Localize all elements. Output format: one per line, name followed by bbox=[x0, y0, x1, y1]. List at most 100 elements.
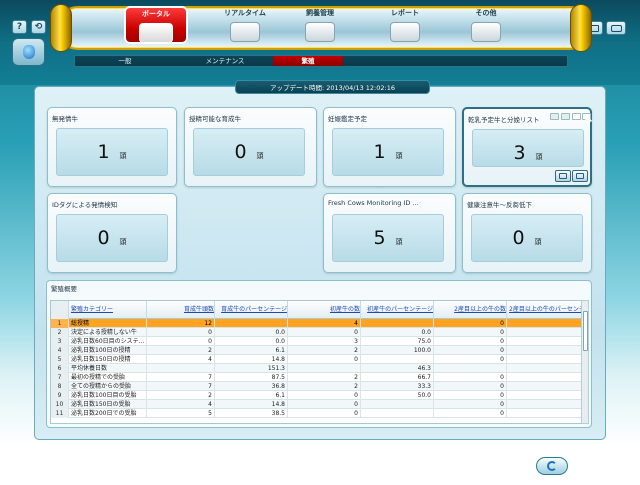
table-row[interactable]: 10 泌乳日数150日の受胎 4 14.8 0 0 bbox=[51, 400, 582, 409]
table-cell bbox=[507, 364, 582, 373]
table-cell: 2 bbox=[288, 382, 361, 391]
table-cell: 0 bbox=[288, 391, 361, 400]
export-icon bbox=[576, 173, 584, 179]
card-count: 1 bbox=[373, 141, 386, 163]
refresh-button[interactable] bbox=[536, 457, 568, 475]
col-heifer-count-header[interactable]: 育成牛頭数 bbox=[147, 301, 215, 319]
print-button[interactable] bbox=[555, 170, 571, 182]
table-cell bbox=[507, 409, 582, 418]
card-count: 0 bbox=[512, 227, 525, 249]
table-row[interactable]: 4 泌乳日数100日の授精 2 6.1 2 100.0 0 bbox=[51, 346, 582, 355]
table-cell: 7 bbox=[147, 382, 215, 391]
card-health-rumination[interactable]: 健康注意牛～反芻低下 0頭 bbox=[462, 193, 592, 273]
table-cell: 平均休養日数 bbox=[69, 364, 147, 373]
table-cell: 5 bbox=[51, 355, 69, 364]
table-cell: 0 bbox=[434, 319, 507, 328]
table-cell: 0 bbox=[288, 355, 361, 364]
maximize-control[interactable] bbox=[572, 113, 581, 120]
table-row[interactable]: 5 泌乳日数150日の授精 4 14.8 0 0 bbox=[51, 355, 582, 364]
table-cell: 0 bbox=[434, 391, 507, 400]
nav-realtime[interactable]: リアルタイム bbox=[205, 7, 285, 45]
table-cell bbox=[147, 364, 215, 373]
table-row[interactable]: 6 平均休養日数 151.3 46.3 bbox=[51, 364, 582, 373]
table-title: 繁殖概要 bbox=[51, 285, 77, 293]
settings-button[interactable] bbox=[606, 21, 626, 35]
refresh-icon bbox=[547, 461, 557, 471]
table-scrollbar[interactable] bbox=[581, 300, 589, 424]
card-count: 0 bbox=[234, 141, 247, 163]
nav-report[interactable]: レポート bbox=[365, 7, 445, 45]
table-cell: 泌乳日数100日目の受胎 bbox=[69, 391, 147, 400]
card-pregnancy-check[interactable]: 妊娠鑑定予定 1頭 bbox=[323, 107, 456, 187]
card-title: 無発情牛 bbox=[52, 115, 78, 123]
card-dry-off-calving[interactable]: 乾乳予定牛と分娩リスト 3頭 bbox=[462, 107, 592, 187]
table-cell: 決定による授精しない牛 bbox=[69, 328, 147, 337]
nav-portal[interactable]: ポータル bbox=[124, 6, 188, 44]
nav-report-label: レポート bbox=[391, 9, 419, 17]
card-value-box: 0頭 bbox=[56, 214, 168, 262]
card-fresh-cows[interactable]: Fresh Cows Monitoring ID ... 5頭 bbox=[323, 193, 456, 273]
nav-other[interactable]: その他 bbox=[446, 7, 526, 45]
card-value-box: 1頭 bbox=[56, 128, 168, 176]
table-cell: 3 bbox=[288, 337, 361, 346]
table-cell: 0 bbox=[288, 328, 361, 337]
sub-tab-bar: 一般 メンテナンス 繁殖 bbox=[74, 55, 568, 67]
tab-breeding[interactable]: 繁殖 bbox=[273, 56, 343, 66]
card-value-box: 3頭 bbox=[472, 129, 584, 167]
minimize-control[interactable] bbox=[550, 113, 559, 120]
table-cell: 7 bbox=[51, 373, 69, 382]
card-tag-heat-detection[interactable]: IDタグによる発情検知 0頭 bbox=[47, 193, 177, 273]
switch-button[interactable]: ⟲ bbox=[31, 20, 46, 34]
table-row[interactable]: 11 泌乳日数200日での受胎 5 38.5 0 0 bbox=[51, 409, 582, 418]
table-cell bbox=[361, 319, 434, 328]
table-cell: 4 bbox=[51, 346, 69, 355]
table-cell bbox=[361, 355, 434, 364]
card-no-heat-cows[interactable]: 無発情牛 1頭 bbox=[47, 107, 177, 187]
table-cell: 3 bbox=[51, 337, 69, 346]
table-cell: 10 bbox=[51, 400, 69, 409]
col-heifer-pct-header[interactable]: 育成牛のパーセンテージ bbox=[215, 301, 288, 319]
help-button[interactable]: ? bbox=[12, 20, 27, 34]
table-cell: 2 bbox=[51, 328, 69, 337]
box-icon bbox=[471, 22, 501, 42]
table-cell: 33.3 bbox=[361, 382, 434, 391]
print-icon bbox=[559, 173, 567, 179]
nav-other-label: その他 bbox=[475, 9, 497, 17]
col-second-plus-count-header[interactable]: 2産目以上の牛の数 bbox=[434, 301, 507, 319]
table-cell bbox=[434, 364, 507, 373]
tab-general[interactable]: 一般 bbox=[95, 56, 155, 66]
table-row[interactable]: 9 泌乳日数100日目の受胎 2 6.1 0 50.0 0 bbox=[51, 391, 582, 400]
tab-maintenance[interactable]: メンテナンス bbox=[195, 56, 255, 66]
table-cell: 12 bbox=[147, 319, 215, 328]
table-cell bbox=[507, 391, 582, 400]
table-row[interactable]: 1 総授精 12 4 0 bbox=[51, 319, 582, 328]
col-first-lactation-count-header[interactable]: 初産牛の数 bbox=[288, 301, 361, 319]
col-first-lactation-pct-header[interactable]: 初産牛のパーセンテージ bbox=[361, 301, 434, 319]
update-time: アップデート時間: 2013/04/13 12:02:16 bbox=[235, 80, 430, 94]
card-breedable-heifers[interactable]: 授精可能な育成牛 0頭 bbox=[184, 107, 317, 187]
table-row[interactable]: 3 泌乳日数60日目のシステ... 0 0.0 3 75.0 0 bbox=[51, 337, 582, 346]
table-header: 繁殖カテゴリー 育成牛頭数 育成牛のパーセンテージ 初産牛の数 初産牛のパーセン… bbox=[51, 301, 582, 319]
card-unit: 頭 bbox=[119, 238, 127, 246]
table-row[interactable]: 2 決定による授精しない牛 0 0.0 0 0.0 0 bbox=[51, 328, 582, 337]
table-cell: 泌乳日数150日の授精 bbox=[69, 355, 147, 364]
table-cell: 全ての授精からの受胎 bbox=[69, 382, 147, 391]
table-cell: 87.5 bbox=[215, 373, 288, 382]
card-value-box: 0頭 bbox=[471, 214, 583, 262]
export-button[interactable] bbox=[572, 170, 588, 182]
table-cell: 66.7 bbox=[361, 373, 434, 382]
table-cell: 泌乳日数100日の授精 bbox=[69, 346, 147, 355]
scrollbar-thumb[interactable] bbox=[583, 311, 588, 351]
table-cell: 0 bbox=[434, 346, 507, 355]
nav-portal-label: ポータル bbox=[142, 10, 170, 18]
nav-feeding[interactable]: 飼養管理 bbox=[280, 7, 360, 45]
table-row[interactable]: 8 全ての授精からの受胎 7 36.8 2 33.3 0 bbox=[51, 382, 582, 391]
table-cell: 0 bbox=[147, 328, 215, 337]
logo-shield[interactable] bbox=[12, 38, 45, 66]
table-row[interactable]: 7 最初の授精での受胎 7 87.5 2 66.7 0 bbox=[51, 373, 582, 382]
table-cell bbox=[507, 319, 582, 328]
col-category-header[interactable]: 繁殖カテゴリー bbox=[69, 301, 147, 319]
col-second-plus-pct-header[interactable]: 2産目以上の牛のパーセンテージ bbox=[507, 301, 582, 319]
restore-control[interactable] bbox=[561, 113, 570, 120]
card-title: 健康注意牛～反芻低下 bbox=[467, 201, 532, 209]
